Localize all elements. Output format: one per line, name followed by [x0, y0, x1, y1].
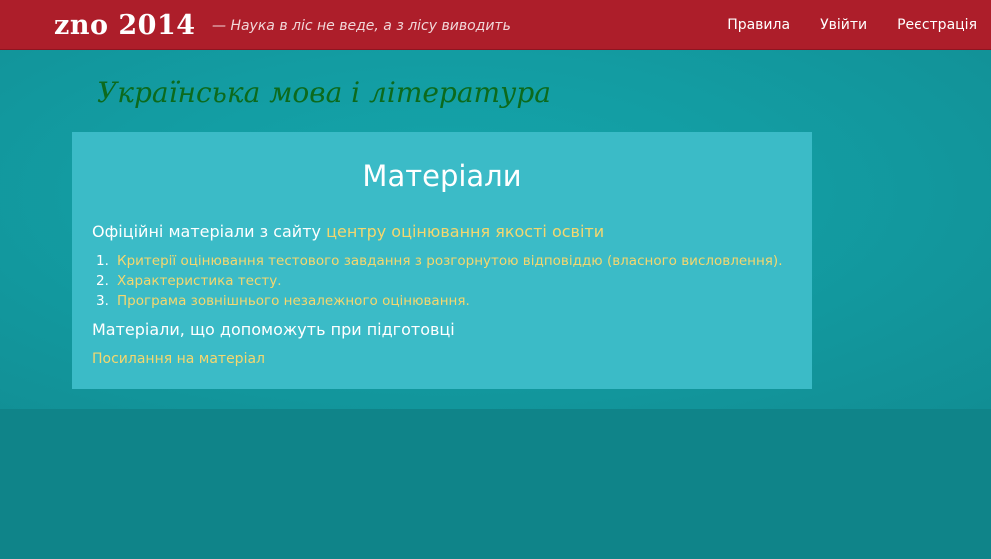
list-number: 2.	[96, 273, 109, 289]
criteria-link[interactable]: Критерії оцінювання тестового завдання з…	[117, 253, 783, 269]
assessment-center-link[interactable]: центру оцінювання якості освіти	[326, 222, 604, 241]
nav-rules-link[interactable]: Правила	[727, 16, 790, 34]
official-materials-list: 1. Критерії оцінювання тестового завдання…	[92, 251, 783, 311]
nav-register-link[interactable]: Реєстрація	[897, 16, 977, 34]
materials-panel: Матеріали Офіційні матеріали з сайту цен…	[72, 132, 812, 389]
subject-title: Українська мова і література	[97, 76, 551, 109]
site-logo[interactable]: zno 2014	[54, 9, 196, 43]
materials-title: Матеріали	[362, 159, 522, 193]
list-number: 1.	[96, 253, 109, 269]
list-item: 3. Програма зовнішнього незалежного оціню…	[92, 291, 783, 311]
top-navbar: zno 2014 — Наука в ліс не веде, а з лісу…	[0, 0, 991, 50]
program-link[interactable]: Програма зовнішнього незалежного оцінюва…	[117, 293, 470, 309]
list-number: 3.	[96, 293, 109, 309]
list-item: 1. Критерії оцінювання тестового завдання…	[92, 251, 783, 271]
material-reference-link[interactable]: Посилання на матеріал	[92, 349, 265, 369]
official-materials-heading: Офіційні матеріали з сайту центру оцінюв…	[92, 221, 604, 243]
site-tagline: — Наука в ліс не веде, а з лісу виводить	[212, 18, 511, 34]
list-item: 2. Характеристика тесту.	[92, 271, 783, 291]
nav-links: Правила Увійти Реєстрація	[727, 16, 977, 34]
nav-login-link[interactable]: Увійти	[820, 16, 867, 34]
test-characteristics-link[interactable]: Характеристика тесту.	[117, 273, 282, 289]
official-heading-text: Офіційні матеріали з сайту	[92, 222, 321, 241]
prep-materials-heading: Матеріали, що допоможуть при підготовці	[92, 320, 455, 339]
